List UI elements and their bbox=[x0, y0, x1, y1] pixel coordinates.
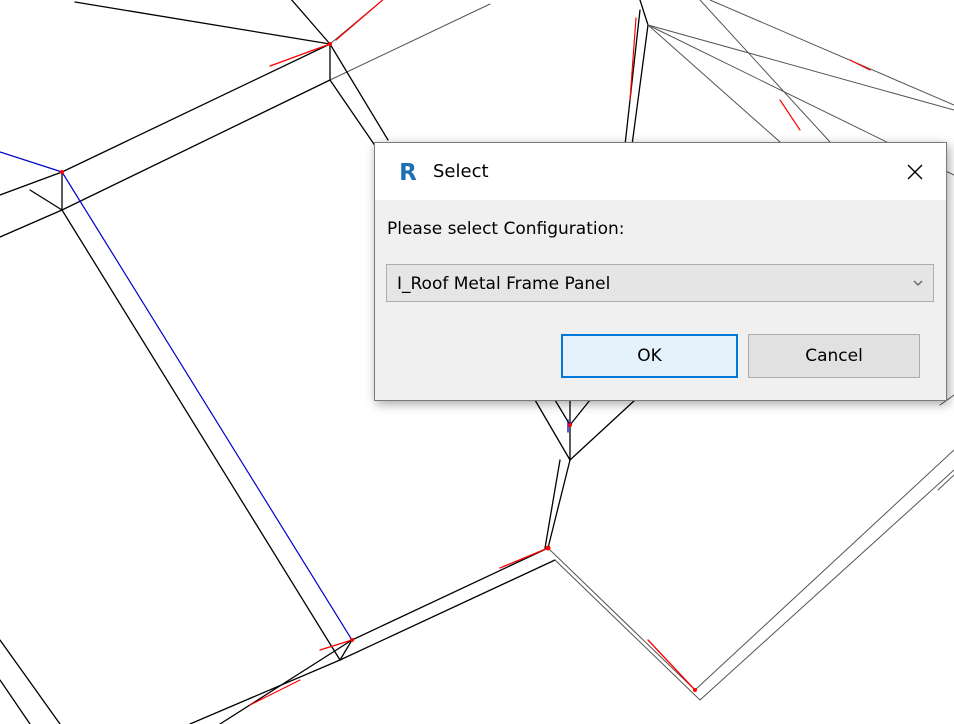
dialog-titlebar[interactable]: R Select bbox=[375, 143, 946, 200]
wire-node bbox=[545, 545, 551, 551]
wire-edge bbox=[0, 171, 63, 196]
wire-edge bbox=[339, 559, 556, 661]
wire-edge bbox=[499, 547, 549, 569]
wire-edge bbox=[547, 547, 696, 691]
wire-edge bbox=[544, 459, 561, 549]
wire-edge bbox=[74, 1, 331, 45]
configuration-prompt-label: Please select Configuration: bbox=[387, 219, 625, 239]
wire-edge bbox=[0, 151, 63, 173]
wire-edge bbox=[694, 449, 954, 691]
wire-edge bbox=[61, 209, 341, 661]
wire-edge bbox=[779, 99, 801, 131]
wire-edge bbox=[534, 399, 571, 461]
wire-edge bbox=[849, 59, 871, 71]
wire-edge bbox=[335, 0, 384, 41]
wire-edge bbox=[699, 469, 954, 701]
wire-edge bbox=[0, 209, 63, 238]
wire-edge bbox=[624, 9, 641, 146]
wire-edge bbox=[647, 24, 781, 143]
close-icon bbox=[907, 164, 923, 179]
wire-edge bbox=[249, 679, 301, 706]
wire-edge bbox=[219, 639, 353, 724]
select-dialog: R Select Please select Configuration: I_… bbox=[374, 142, 947, 401]
wire-edge bbox=[0, 679, 31, 724]
wire-edge bbox=[61, 171, 353, 641]
wire-edge bbox=[647, 24, 954, 111]
wire-edge bbox=[547, 459, 571, 549]
wire-edge bbox=[554, 559, 701, 701]
wire-edge bbox=[639, 0, 649, 26]
ok-button[interactable]: OK bbox=[561, 334, 738, 378]
wire-edge bbox=[189, 659, 341, 724]
wire-node bbox=[60, 170, 64, 174]
configuration-selected-value: I_Roof Metal Frame Panel bbox=[397, 274, 611, 294]
revit-app-icon: R bbox=[397, 161, 419, 185]
wire-edge bbox=[647, 639, 696, 691]
dialog-title: Select bbox=[433, 161, 489, 182]
wire-node bbox=[350, 638, 354, 642]
wire-node bbox=[568, 423, 572, 427]
cancel-button[interactable]: Cancel bbox=[748, 334, 920, 378]
wire-edge bbox=[329, 3, 491, 81]
wire-edge bbox=[351, 547, 549, 641]
wire-edge bbox=[290, 0, 331, 45]
wire-edge bbox=[569, 399, 591, 426]
chevron-down-icon bbox=[913, 280, 923, 286]
wire-edge bbox=[61, 43, 331, 173]
wire-node bbox=[328, 42, 332, 46]
close-button[interactable] bbox=[884, 143, 946, 200]
wire-node bbox=[693, 688, 697, 692]
wire-edge bbox=[569, 399, 636, 461]
wire-edge bbox=[29, 189, 63, 211]
wire-edge bbox=[269, 43, 331, 67]
wire-edge bbox=[699, 0, 831, 143]
configuration-dropdown[interactable]: I_Roof Metal Frame Panel bbox=[386, 264, 934, 302]
wire-edge bbox=[0, 639, 61, 724]
wire-edge bbox=[329, 79, 379, 151]
wire-edge bbox=[61, 79, 331, 211]
